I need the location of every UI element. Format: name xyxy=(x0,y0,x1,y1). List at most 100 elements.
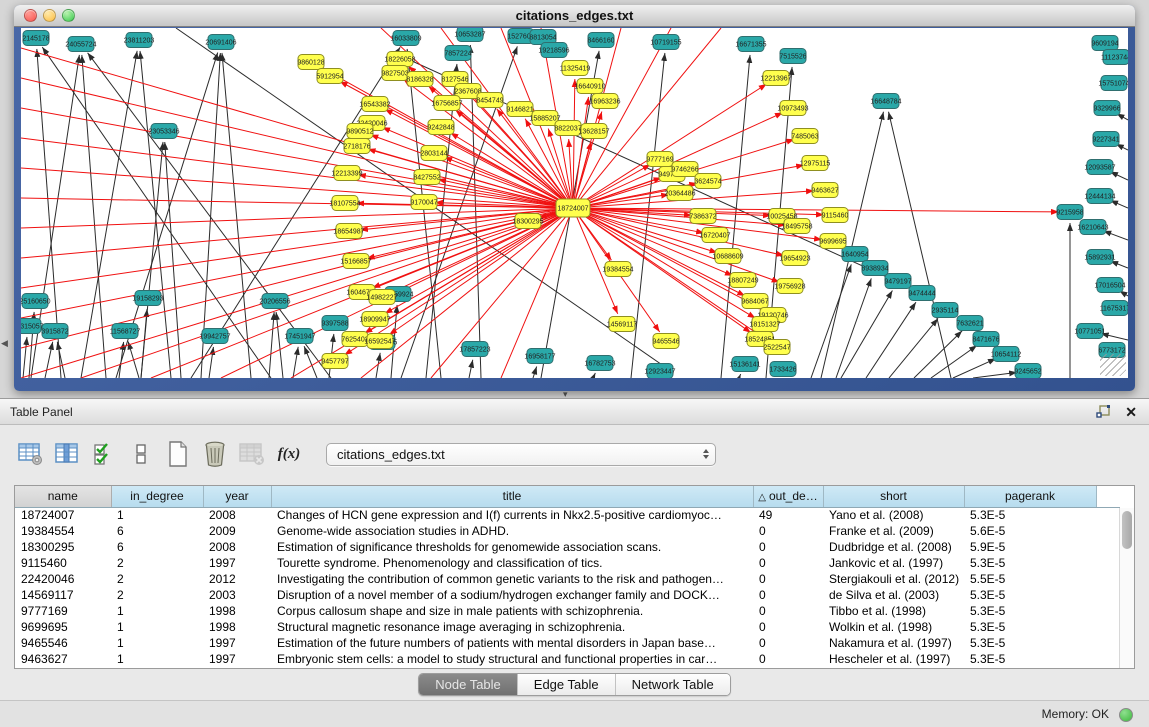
selected-graph-node[interactable]: 18226058 xyxy=(384,52,415,67)
graph-node[interactable]: 3915872 xyxy=(41,324,68,339)
graph-node[interactable]: 9329966 xyxy=(1093,101,1120,116)
selected-graph-node[interactable]: 18909947 xyxy=(359,312,390,327)
graph-node[interactable]: 24055724 xyxy=(65,37,96,52)
graph-node[interactable]: 23053346 xyxy=(148,124,179,139)
graph-node[interactable]: 15892931 xyxy=(1084,250,1115,265)
graph-node[interactable]: 9227341 xyxy=(1092,132,1119,147)
graph-node[interactable]: 10771051 xyxy=(1074,324,1105,339)
black-edge[interactable] xyxy=(293,347,298,378)
graph-node[interactable]: 8466160 xyxy=(587,33,614,48)
selected-graph-node[interactable]: 18654987 xyxy=(333,224,364,239)
selected-graph-node[interactable]: 9777169 xyxy=(646,152,673,167)
column-header-year[interactable]: year xyxy=(203,486,271,507)
selected-graph-node[interactable]: 18724007 xyxy=(556,199,590,217)
selected-graph-node[interactable]: 9170047 xyxy=(410,195,437,210)
selected-graph-node[interactable]: 9242848 xyxy=(427,120,454,135)
graph-node[interactable]: 9245652 xyxy=(1014,364,1041,379)
clear-selection-icon[interactable] xyxy=(127,440,155,468)
table-row[interactable]: 946554611997Estimation of the future num… xyxy=(15,635,1120,651)
red-edge[interactable] xyxy=(364,208,573,333)
selected-graph-node[interactable]: 7386372 xyxy=(689,209,716,224)
black-edge[interactable] xyxy=(866,302,916,378)
black-edge[interactable] xyxy=(469,360,473,378)
graph-node[interactable]: 23811203 xyxy=(124,33,155,48)
graph-node[interactable]: 12093587 xyxy=(1084,160,1115,175)
graph-node[interactable]: 19218596 xyxy=(538,43,569,58)
graph-node[interactable]: 1733426 xyxy=(769,362,796,377)
selected-graph-node[interactable]: 7485063 xyxy=(791,129,818,144)
black-edge[interactable] xyxy=(953,359,996,378)
graph-node[interactable]: 16958177 xyxy=(524,349,555,364)
selected-graph-node[interactable]: 9463627 xyxy=(811,183,838,198)
graph-node[interactable]: 16648784 xyxy=(870,94,901,109)
graph-node[interactable]: 10654112 xyxy=(991,347,1022,362)
zoom-window-button[interactable] xyxy=(62,9,75,22)
selected-graph-node[interactable]: 5912954 xyxy=(316,69,343,84)
table-row[interactable]: 911546021997Tourette syndrome. Phenomeno… xyxy=(15,555,1120,571)
red-edge[interactable] xyxy=(344,208,573,355)
graph-node[interactable]: 20691406 xyxy=(205,35,236,50)
graph-node[interactable]: 9474444 xyxy=(908,286,935,301)
collapse-panel-arrow-icon[interactable]: ◀ xyxy=(1,338,8,349)
selected-graph-node[interactable]: 16543382 xyxy=(359,97,390,112)
selected-graph-node[interactable]: 12213399 xyxy=(331,166,362,181)
graph-node[interactable]: 15751074 xyxy=(1098,76,1128,91)
selected-graph-node[interactable]: 18807249 xyxy=(727,273,758,288)
selected-graph-node[interactable]: 2718176 xyxy=(343,139,370,154)
selected-graph-node[interactable]: 20364486 xyxy=(664,186,695,201)
selected-graph-node[interactable]: 9890512 xyxy=(346,124,373,139)
selected-graph-node[interactable]: 10688609 xyxy=(712,249,743,264)
table-selector-dropdown[interactable]: citations_edges.txt xyxy=(326,443,716,466)
selected-graph-node[interactable]: 18151327 xyxy=(749,317,780,332)
selected-graph-node[interactable]: 15166857 xyxy=(340,254,371,269)
black-edge[interactable] xyxy=(269,312,274,378)
delete-columns-icon[interactable] xyxy=(201,440,229,468)
black-edge[interactable] xyxy=(811,264,851,378)
selected-graph-node[interactable]: 12975115 xyxy=(800,156,831,171)
selected-graph-node[interactable]: 8454749 xyxy=(476,93,503,108)
selected-graph-node[interactable]: 9746266 xyxy=(671,162,698,177)
tab-edge-table[interactable]: Edge Table xyxy=(518,674,616,695)
selected-graph-node[interactable]: 9684067 xyxy=(741,294,768,309)
selected-graph-node[interactable]: 9146821 xyxy=(506,102,533,117)
table-row[interactable]: 977716911998Corpus callosum shape and si… xyxy=(15,603,1120,619)
graph-node[interactable]: 9215958 xyxy=(1056,205,1083,220)
selected-graph-node[interactable]: 16592547 xyxy=(364,334,395,349)
selected-graph-node[interactable]: 9457797 xyxy=(321,354,348,369)
table-row[interactable]: 1830029562008Estimation of significance … xyxy=(15,539,1120,555)
graph-node[interactable]: 17857223 xyxy=(459,342,490,357)
graph-node[interactable]: 2935114 xyxy=(932,303,959,318)
graph-node[interactable]: 16033809 xyxy=(390,31,421,46)
show-columns-icon[interactable] xyxy=(53,440,81,468)
selected-graph-node[interactable]: 16756857 xyxy=(431,96,462,111)
resize-handle[interactable] xyxy=(1100,354,1126,376)
selected-graph-node[interactable]: 19384554 xyxy=(602,262,633,277)
selected-graph-node[interactable]: 2522547 xyxy=(763,340,790,355)
graph-node[interactable]: 25160650 xyxy=(21,294,51,309)
selected-graph-node[interactable]: 9699695 xyxy=(819,234,846,249)
selected-graph-node[interactable]: 9465546 xyxy=(652,334,679,349)
graph-node[interactable]: 17016504 xyxy=(1094,278,1125,293)
graph-node[interactable]: 16210643 xyxy=(1077,220,1108,235)
new-column-icon[interactable] xyxy=(164,440,192,468)
table-mode-icon[interactable] xyxy=(16,440,44,468)
graph-node[interactable]: 18315057 xyxy=(21,319,44,334)
minimize-window-button[interactable] xyxy=(43,9,56,22)
table-scrollbar[interactable] xyxy=(1119,508,1134,668)
black-edge[interactable] xyxy=(23,337,27,378)
black-edge[interactable] xyxy=(931,345,977,378)
graph-node[interactable]: 20206556 xyxy=(259,294,290,309)
selected-graph-node[interactable]: 19756928 xyxy=(774,279,805,294)
close-window-button[interactable] xyxy=(24,9,37,22)
black-edge[interactable] xyxy=(889,318,938,378)
graph-node[interactable]: 7515526 xyxy=(779,49,806,64)
selected-graph-node[interactable]: 10973493 xyxy=(777,101,808,116)
column-header-out_de[interactable]: △out_de… xyxy=(753,486,823,507)
selected-graph-node[interactable]: 18107554 xyxy=(329,196,360,211)
black-edge[interactable] xyxy=(1103,231,1128,240)
graph-node[interactable]: 1640954 xyxy=(841,247,868,262)
selected-graph-node[interactable]: 18495758 xyxy=(781,219,812,234)
graph-node[interactable]: 17451947 xyxy=(284,329,315,344)
selected-graph-node[interactable]: 8186328 xyxy=(406,72,433,87)
column-header-short[interactable]: short xyxy=(823,486,964,507)
